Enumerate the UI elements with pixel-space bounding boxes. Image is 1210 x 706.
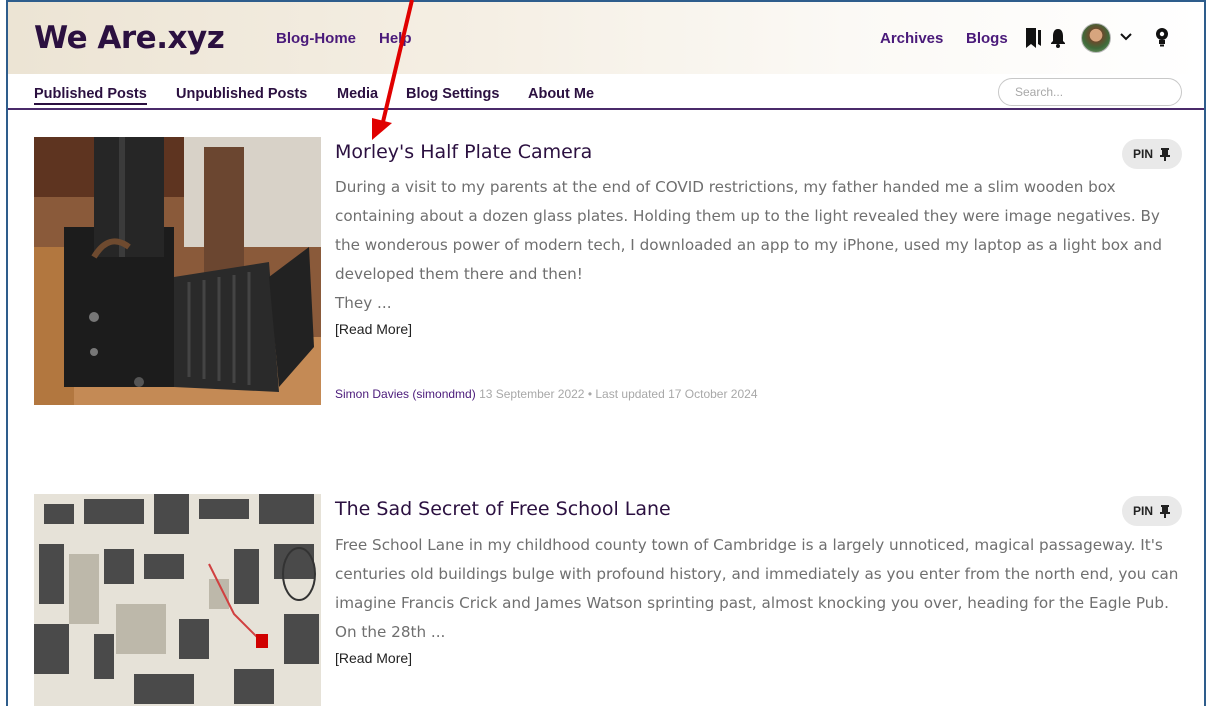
help-link[interactable]: Help	[379, 30, 412, 47]
archives-link[interactable]: Archives	[880, 30, 943, 47]
post-author-link[interactable]: Simon Davies (simondmd)	[335, 387, 476, 401]
pin-button[interactable]: PIN	[1122, 496, 1182, 526]
post-updated: Last updated 17 October 2024	[595, 387, 758, 401]
lightbulb-icon[interactable]	[1152, 26, 1172, 48]
user-avatar[interactable]	[1081, 23, 1111, 53]
post-title[interactable]: Morley's Half Plate Camera	[335, 141, 592, 163]
site-logo[interactable]: We Are.xyz	[34, 20, 225, 56]
search-input[interactable]	[998, 78, 1182, 106]
pin-button[interactable]: PIN	[1122, 139, 1182, 169]
blogs-link[interactable]: Blogs	[966, 30, 1008, 47]
post-excerpt: During a visit to my parents at the end …	[335, 178, 1163, 283]
blog-subnav: Published Posts Unpublished Posts Media …	[8, 74, 1204, 110]
pin-label: PIN	[1132, 504, 1153, 518]
bookmark-icon[interactable]	[1022, 26, 1044, 50]
meta-separator: •	[587, 387, 593, 401]
blog-home-link[interactable]: Blog-Home	[276, 30, 356, 47]
post-date: 13 September 2022	[479, 387, 585, 401]
post-title[interactable]: The Sad Secret of Free School Lane	[335, 498, 671, 520]
pushpin-icon	[1160, 505, 1170, 518]
tab-unpublished-posts[interactable]: Unpublished Posts	[176, 86, 307, 102]
tab-published-posts[interactable]: Published Posts	[34, 86, 147, 105]
bell-icon[interactable]	[1048, 27, 1068, 49]
post-thumbnail-map[interactable]	[34, 494, 321, 706]
tab-blog-settings[interactable]: Blog Settings	[406, 86, 499, 102]
chevron-down-icon[interactable]	[1118, 29, 1134, 45]
post-thumbnail-camera[interactable]	[34, 137, 321, 405]
post-excerpt-tail: They ...	[335, 294, 392, 312]
tab-media[interactable]: Media	[337, 86, 378, 102]
post-meta: Simon Davies (simondmd) 13 September 202…	[335, 387, 758, 401]
browser-frame: We Are.xyz Blog-Home Help Archives Blogs	[6, 0, 1206, 706]
top-navbar: We Are.xyz Blog-Home Help Archives Blogs	[8, 0, 1204, 74]
pin-label: PIN	[1132, 147, 1153, 161]
post-excerpt: Free School Lane in my childhood county …	[335, 536, 1179, 641]
pushpin-icon	[1160, 148, 1170, 161]
read-more-link[interactable]: [Read More]	[335, 321, 412, 337]
read-more-link[interactable]: [Read More]	[335, 650, 412, 666]
tab-about-me[interactable]: About Me	[528, 86, 594, 102]
